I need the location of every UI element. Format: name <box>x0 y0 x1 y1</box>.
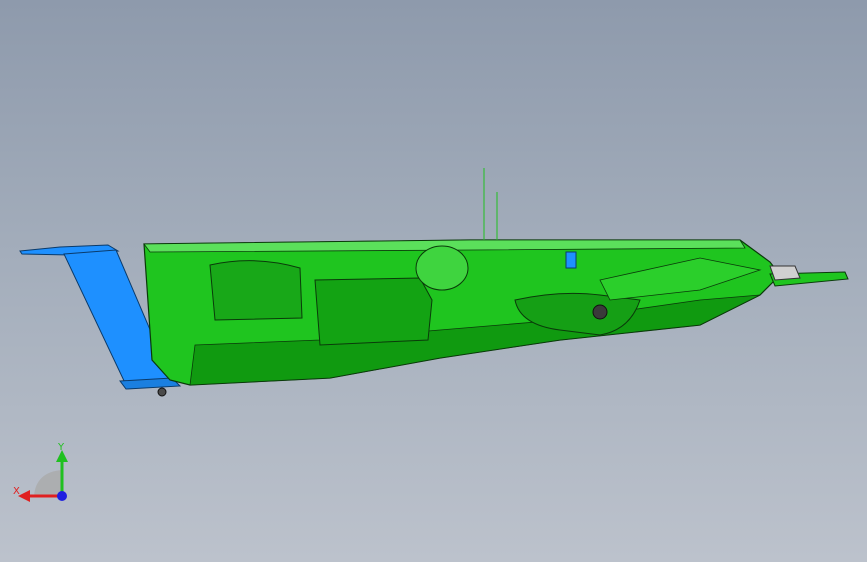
triad-x-label: X <box>13 486 20 497</box>
housing-center-channel <box>314 277 433 346</box>
coordinate-triad: Y X <box>10 440 80 510</box>
triad-z-axis <box>57 491 67 501</box>
tab-insert <box>769 265 801 281</box>
green-housing[interactable] <box>143 239 781 386</box>
housing-round-boss <box>415 245 469 291</box>
housing-left-pocket <box>209 260 303 321</box>
triad-plane-shade <box>34 470 62 496</box>
triad-y-label: Y <box>57 442 65 453</box>
housing-clip <box>565 251 577 269</box>
housing-fastener <box>592 304 608 320</box>
right-mounting-tab[interactable] <box>769 265 849 287</box>
bracket-bolt <box>157 387 167 397</box>
cad-graphics-viewport[interactable]: Y X <box>0 0 867 562</box>
3d-part-model[interactable] <box>0 0 867 562</box>
